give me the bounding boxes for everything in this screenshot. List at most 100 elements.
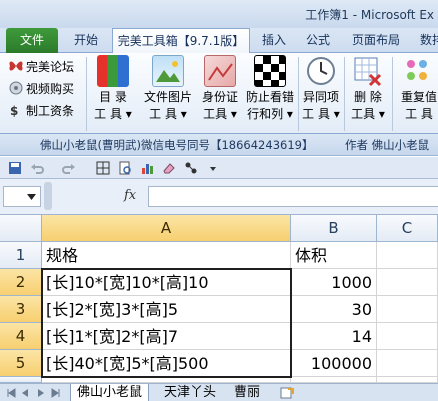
- id-card-tools-line2: 工具 ▾: [203, 107, 237, 121]
- eraser-icon[interactable]: [162, 161, 176, 175]
- forum-command[interactable]: 完美论坛: [8, 57, 74, 77]
- file-image-tools-line1: 文件图片: [143, 90, 192, 104]
- spreadsheet-grid: A B C 1 2 3 4 5 规格 体积 [长]10*[宽]10*[高]10 …: [0, 215, 438, 383]
- borders-icon[interactable]: [96, 161, 110, 175]
- checkerboard-icon: [254, 55, 286, 87]
- row-header-4[interactable]: 4: [0, 323, 42, 350]
- file-image-tools-line2: 工 具 ▾: [149, 107, 187, 121]
- duplicate-tools-line1: 重复值: [400, 90, 437, 104]
- row-header-1[interactable]: 1: [0, 242, 42, 269]
- duplicate-tools-line2: 工 具: [405, 107, 433, 121]
- forum-label: 完美论坛: [26, 60, 75, 74]
- delete-tools-line2: 工具 ▾: [351, 107, 385, 121]
- insert-function-icon[interactable]: fx: [124, 188, 136, 203]
- cell-b4[interactable]: 14: [291, 323, 377, 350]
- title-bar: 工作簿1 - Microsoft Ex: [0, 0, 438, 28]
- tab-data[interactable]: 数排: [412, 28, 438, 53]
- print-preview-icon[interactable]: [118, 161, 132, 175]
- butterfly-icon: [8, 59, 24, 73]
- ribbon-separator: [392, 57, 393, 131]
- customize-qat-icon[interactable]: [206, 161, 220, 175]
- undo-icon[interactable]: [30, 161, 44, 175]
- cell-a4[interactable]: [长]1*[宽]2*[高]7: [42, 323, 291, 350]
- chart-icon[interactable]: [140, 161, 154, 175]
- cell-c5[interactable]: [377, 350, 438, 377]
- select-all-corner[interactable]: [0, 215, 42, 242]
- row-header-3[interactable]: 3: [0, 296, 42, 323]
- cell-a3[interactable]: [长]2*[宽]3*[高]5: [42, 296, 291, 323]
- diff-items-line1: 异同项: [302, 90, 339, 104]
- column-header-a[interactable]: A: [42, 215, 291, 242]
- ribbon-separator: [344, 57, 345, 131]
- tab-page-layout[interactable]: 页面布局: [344, 28, 408, 53]
- dots-icon: [403, 55, 435, 87]
- cell-c4[interactable]: [377, 323, 438, 350]
- name-box-dropdown-icon[interactable]: [27, 193, 36, 201]
- formula-bar-resize-handle[interactable]: [44, 182, 52, 210]
- diff-items-line2: 工 具 ▾: [302, 107, 340, 121]
- payslip-label: 制工资条: [26, 104, 75, 118]
- cell-a2[interactable]: [长]10*[宽]10*[高]10: [42, 269, 291, 296]
- cell-c3[interactable]: [377, 296, 438, 323]
- window-title: 工作簿1 - Microsoft Ex: [305, 8, 434, 22]
- sheet-tab-tianjin[interactable]: 天津丫头: [158, 384, 222, 401]
- redo-icon[interactable]: [62, 161, 76, 175]
- tab-file[interactable]: 文件: [6, 28, 58, 53]
- sheet-tab-bar: 佛山小老鼠 天津丫头 曹丽: [0, 383, 438, 401]
- shapes-icon[interactable]: [184, 161, 198, 175]
- catalog-tools-line2: 工 具 ▾: [94, 107, 132, 121]
- cell-b2[interactable]: 1000: [291, 269, 377, 296]
- clock-icon: [305, 55, 337, 87]
- delete-grid-icon: [352, 55, 384, 87]
- catalog-tools-line1: 目 录: [99, 90, 127, 104]
- ribbon-separator: [86, 57, 87, 131]
- color-blocks-icon: [97, 55, 129, 87]
- catalog-tools-button[interactable]: 目 录 工 具 ▾: [90, 55, 136, 123]
- delete-tools-button[interactable]: 删 除 工具 ▾: [348, 55, 388, 123]
- money-icon: $: [8, 103, 24, 118]
- cell-c2[interactable]: [377, 269, 438, 296]
- duplicate-tools-button[interactable]: 重复值 工 具: [396, 55, 438, 123]
- new-sheet-icon[interactable]: [280, 387, 294, 399]
- quick-access-toolbar: [0, 157, 438, 179]
- diff-items-tools-button[interactable]: 异同项 工 具 ▾: [300, 55, 342, 123]
- video-buy-command[interactable]: 视频购买: [8, 79, 74, 99]
- id-card-tools-line1: 身份证: [201, 90, 238, 104]
- formula-input[interactable]: [148, 186, 438, 207]
- row-header-2[interactable]: 2: [0, 269, 42, 296]
- picture-icon: [152, 55, 184, 87]
- cell-a1[interactable]: 规格: [42, 242, 291, 269]
- prevent-misread-button[interactable]: 防止看错 行和列 ▾: [242, 55, 298, 123]
- sheet-tab-caoli[interactable]: 曹丽: [228, 384, 266, 401]
- cell-b3[interactable]: 30: [291, 296, 377, 323]
- file-image-tools-button[interactable]: 文件图片 工 具 ▾: [140, 55, 196, 123]
- payslip-command[interactable]: $ 制工资条: [8, 101, 74, 121]
- ribbon-panel: 完美论坛 视频购买 $ 制工资条 目 录 工 具 ▾ 文件图片 工 具 ▾ 身份…: [0, 53, 438, 134]
- author-contact-text: 佛山小老鼠(曹明武)微信电号同号【18664243619】: [40, 138, 314, 152]
- sheet-navigation-icons[interactable]: [6, 388, 66, 398]
- svg-text:$: $: [10, 104, 18, 117]
- column-header-b[interactable]: B: [291, 215, 377, 242]
- formula-bar: fx: [0, 179, 438, 215]
- group-caption-bar: 佛山小老鼠(曹明武)微信电号同号【18664243619】 作者 佛山小老鼠: [0, 134, 438, 156]
- tab-formulas[interactable]: 公式: [298, 28, 338, 53]
- cell-a5[interactable]: [长]40*[宽]5*[高]500: [42, 350, 291, 377]
- cell-b1[interactable]: 体积: [291, 242, 377, 269]
- delete-tools-line1: 删 除: [354, 90, 382, 104]
- cell-c1[interactable]: [377, 242, 438, 269]
- id-card-tools-button[interactable]: 身份证 工具 ▾: [198, 55, 242, 123]
- prevent-misread-line1: 防止看错: [245, 90, 294, 104]
- video-buy-label: 视频购买: [26, 82, 75, 96]
- ribbon-separator: [298, 57, 299, 131]
- tab-insert[interactable]: 插入: [254, 28, 294, 53]
- column-header-c[interactable]: C: [377, 215, 438, 242]
- row-header-5[interactable]: 5: [0, 350, 42, 377]
- tab-perfect-toolbox[interactable]: 完美工具箱【9.7.1版】: [112, 28, 250, 54]
- video-icon: [8, 81, 24, 95]
- tab-home[interactable]: 开始: [62, 28, 110, 53]
- save-icon[interactable]: [8, 161, 22, 175]
- id-card-icon: [204, 55, 236, 87]
- cell-b5[interactable]: 100000: [291, 350, 377, 377]
- ribbon-tabs: 文件 开始 完美工具箱【9.7.1版】 插入 公式 页面布局 数排: [0, 28, 438, 54]
- sheet-tab-foshan[interactable]: 佛山小老鼠: [70, 384, 150, 401]
